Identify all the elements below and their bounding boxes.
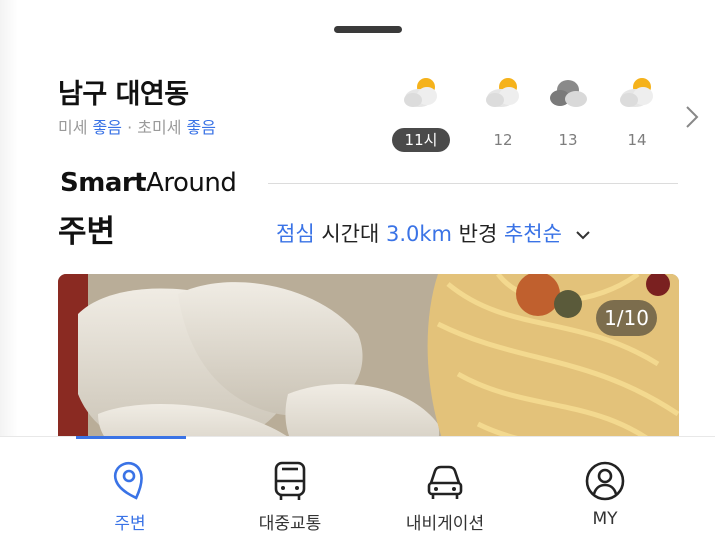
smartaround-brand: SmartAround xyxy=(60,168,237,198)
nearby-filter[interactable]: 점심 시간대 3.0km 반경 추천순 xyxy=(276,218,591,248)
active-tab-indicator xyxy=(76,436,186,439)
weather-hour-label: 11시 xyxy=(392,128,450,152)
bottom-sheet: 남구 대연동 미세 좋음 · 초미세 좋음 11시 12 13 14 Smart… xyxy=(18,8,715,436)
nav-navigation[interactable]: 내비게이션 xyxy=(385,459,505,534)
brand-divider xyxy=(268,183,678,184)
filter-time: 점심 xyxy=(276,222,315,246)
brand-bold: Smart xyxy=(60,168,147,198)
nav-my[interactable]: MY xyxy=(545,459,665,529)
bus-icon xyxy=(274,461,306,500)
filter-sort: 추천순 xyxy=(503,222,562,246)
filter-radius-suffix: 반경 xyxy=(451,222,504,246)
nav-label: MY xyxy=(592,509,618,529)
partly-cloudy-icon xyxy=(404,78,437,107)
weather-hour-12[interactable]: 12 xyxy=(476,74,530,152)
place-photo[interactable]: 1/10 xyxy=(58,274,679,436)
nav-label: 대중교통 xyxy=(258,514,322,534)
location-pin-icon xyxy=(113,461,143,500)
weather-hour-label: 12 xyxy=(493,131,513,149)
nav-public-transit[interactable]: 대중교통 xyxy=(230,459,350,534)
chevron-down-icon[interactable] xyxy=(575,229,591,241)
hourly-weather[interactable]: 11시 12 13 14 xyxy=(388,74,701,154)
sheet-drag-handle[interactable] xyxy=(334,26,402,33)
chevron-right-icon[interactable] xyxy=(683,104,701,130)
fine-dust-value: 좋음 xyxy=(92,118,122,137)
air-separator: · xyxy=(122,118,138,137)
location-title[interactable]: 남구 대연동 xyxy=(58,72,189,111)
cloudy-icon xyxy=(550,80,587,107)
air-quality: 미세 좋음 · 초미세 좋음 xyxy=(58,114,216,138)
brand-light: Around xyxy=(146,168,237,198)
nav-nearby[interactable]: 주변 xyxy=(70,459,190,534)
food-photo-illustration xyxy=(58,274,679,436)
fine-dust-label: 미세 xyxy=(58,118,88,137)
section-title: 주변 xyxy=(58,214,116,250)
left-edge-shadow xyxy=(0,0,18,436)
photo-counter: 1/10 xyxy=(596,300,657,336)
car-icon xyxy=(427,465,463,499)
bottom-navigation: 주변 대중교통 내비게이션 MY xyxy=(0,436,715,534)
weather-hour-label: 14 xyxy=(627,131,647,149)
partly-cloudy-icon xyxy=(620,78,653,107)
weather-hour-label: 13 xyxy=(558,131,578,149)
filter-radius: 3.0km xyxy=(385,222,452,246)
ultrafine-dust-label: 초미세 xyxy=(137,118,182,137)
nav-label: 내비게이션 xyxy=(405,514,485,534)
weather-hour-14[interactable]: 14 xyxy=(610,74,664,152)
ultrafine-dust-value: 좋음 xyxy=(186,118,216,137)
nav-label: 주변 xyxy=(114,514,146,534)
weather-hour-13[interactable]: 13 xyxy=(541,74,595,152)
partly-cloudy-icon xyxy=(486,78,519,107)
weather-hour-11[interactable]: 11시 xyxy=(392,74,450,152)
filter-time-suffix: 시간대 xyxy=(314,222,386,246)
user-profile-icon xyxy=(585,461,625,501)
